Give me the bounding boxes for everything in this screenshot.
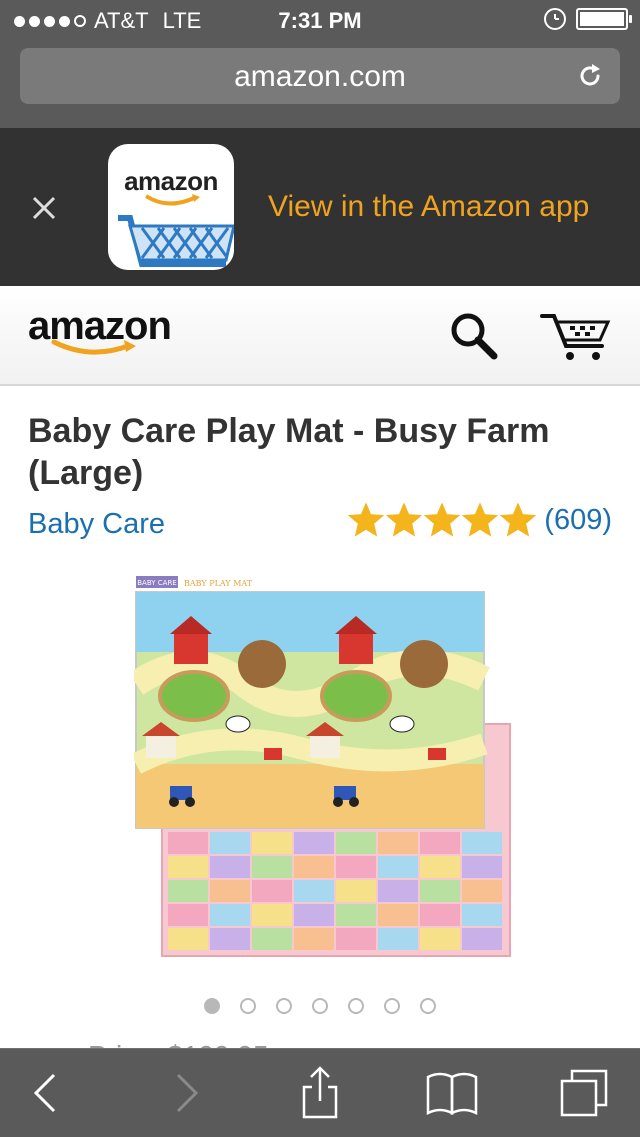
star-icon (424, 502, 461, 537)
mat-tile (210, 856, 250, 878)
mat-tile (420, 856, 460, 878)
open-in-app-link[interactable]: View in the Amazon app (268, 190, 589, 224)
mat-tile (294, 904, 334, 926)
image-carousel-indicator[interactable] (0, 998, 640, 1014)
amazon-smile-icon (51, 339, 136, 355)
book-icon (426, 1072, 478, 1116)
mat-tile (168, 928, 208, 950)
status-bar: AT&T LTE 7:31 PM (0, 0, 640, 40)
mat-tile (168, 904, 208, 926)
mat-tile (336, 904, 376, 926)
mat-tile (462, 928, 502, 950)
mat-tile (210, 904, 250, 926)
mat-tile (210, 880, 250, 902)
star-rating (348, 502, 537, 538)
carousel-dot[interactable] (384, 998, 400, 1014)
carousel-dot[interactable] (348, 998, 364, 1014)
mat-tile (252, 832, 292, 854)
carousel-dot[interactable] (276, 998, 292, 1014)
review-count[interactable]: (609) (544, 504, 612, 537)
share-icon (302, 1066, 338, 1119)
amazon-app-icon[interactable]: amazon (108, 144, 234, 270)
star-icon (500, 502, 537, 537)
mat-front-side: BABY CARE BABY PLAY MAT (134, 576, 490, 829)
mat-tile (378, 880, 418, 902)
close-icon[interactable] (30, 194, 58, 222)
carousel-dot[interactable] (204, 998, 220, 1014)
product-image[interactable]: BABY CARE BABY PLAY MAT (134, 574, 514, 964)
site-header: amazon (0, 286, 640, 386)
mat-tile (420, 832, 460, 854)
mat-title-label: BABY PLAY MAT (184, 579, 253, 588)
star-icon (462, 502, 499, 537)
mat-tile (168, 880, 208, 902)
mat-tile (252, 880, 292, 902)
mat-tile (462, 832, 502, 854)
mat-tile (294, 856, 334, 878)
rating-summary[interactable]: (609) (348, 502, 612, 538)
carousel-dot[interactable] (312, 998, 328, 1014)
mat-tile (168, 856, 208, 878)
mat-tile (336, 832, 376, 854)
reload-icon[interactable] (576, 62, 604, 90)
star-icon (348, 502, 385, 537)
app-banner: amazon View in the Amazon app (0, 128, 640, 286)
mat-tile (378, 832, 418, 854)
url-text: amazon.com (234, 60, 406, 93)
brand-link[interactable]: Baby Care (28, 508, 165, 541)
address-bar[interactable]: amazon.com (20, 48, 620, 104)
mat-tile (420, 904, 460, 926)
shopping-cart-logo-icon (118, 194, 234, 267)
mat-tile (168, 832, 208, 854)
mat-tile (378, 904, 418, 926)
carousel-dot[interactable] (420, 998, 436, 1014)
tabs-icon (560, 1069, 608, 1117)
mat-tile (294, 832, 334, 854)
mat-tile (252, 904, 292, 926)
mat-tile (294, 880, 334, 902)
chevron-left-icon (33, 1073, 56, 1113)
browser-chrome: AT&T LTE 7:31 PM amazon.com (0, 0, 640, 128)
mat-tile (420, 928, 460, 950)
alarm-icon (544, 8, 566, 30)
mat-tile (462, 904, 502, 926)
share-button[interactable] (294, 1049, 346, 1137)
mat-tile (336, 880, 376, 902)
search-icon[interactable] (448, 310, 500, 362)
tabs-button[interactable] (552, 1049, 616, 1137)
chevron-right-icon (176, 1073, 199, 1113)
battery-icon (576, 8, 632, 30)
mat-tile (210, 928, 250, 950)
bookmarks-button[interactable] (420, 1049, 484, 1137)
product-title: Baby Care Play Mat - Busy Farm (Large) (28, 412, 550, 492)
mat-tile (462, 856, 502, 878)
star-icon (386, 502, 423, 537)
back-button[interactable] (20, 1049, 70, 1137)
mat-tile (378, 928, 418, 950)
mat-tile (210, 832, 250, 854)
mat-brand-label: BABY CARE (137, 579, 176, 587)
cart-icon[interactable] (540, 310, 612, 362)
mat-tile (252, 856, 292, 878)
mat-tile (252, 928, 292, 950)
forward-button[interactable] (162, 1049, 212, 1137)
carousel-dot[interactable] (240, 998, 256, 1014)
mat-tile (462, 880, 502, 902)
mat-tile (336, 928, 376, 950)
mat-tile (336, 856, 376, 878)
mat-tile (378, 856, 418, 878)
mat-tile (420, 880, 460, 902)
mat-tile (294, 928, 334, 950)
browser-toolbar (0, 1048, 640, 1137)
